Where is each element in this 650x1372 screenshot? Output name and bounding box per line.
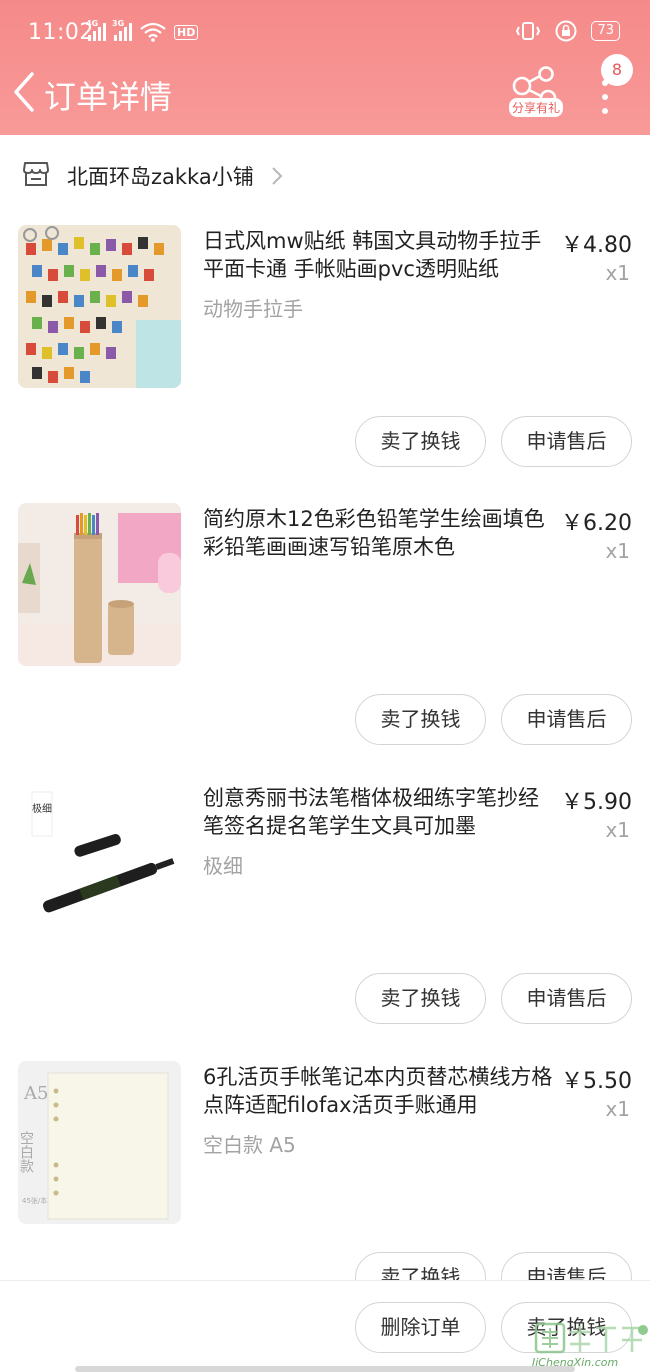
nav-bar: 订单详情 分享有礼 8: [0, 54, 650, 135]
product-quantity: x1: [605, 1097, 630, 1121]
signal-3g-icon: 3G: [112, 19, 132, 41]
product-quantity: x1: [605, 539, 630, 563]
paper-count-label: 45张/本: [22, 1196, 47, 1205]
product-title[interactable]: 简约原木12色彩色铅笔学生绘画填色彩铅笔画画速写铅笔原木色: [203, 505, 553, 561]
share-reward-label[interactable]: 分享有礼: [509, 98, 564, 117]
order-item[interactable]: 日式风mw贴纸 韩国文具动物手拉手平面卡通 手帐贴画pvc透明贴纸 动物手拉手 …: [0, 225, 650, 503]
order-item[interactable]: 简约原木12色彩色铅笔学生绘画填色彩铅笔画画速写铅笔原木色 ￥6.20 x1 卖…: [0, 503, 650, 781]
product-price: ￥4.80: [561, 233, 632, 258]
sell-for-cash-button[interactable]: 卖了换钱: [355, 416, 486, 467]
signal-4g-icon: 4G: [86, 19, 106, 41]
lock-icon: [555, 20, 577, 42]
page-title: 订单详情: [44, 78, 173, 116]
after-sales-button[interactable]: 申请售后: [501, 973, 632, 1024]
pen-thumb-label: 极细: [32, 802, 52, 815]
product-title[interactable]: 日式风mw贴纸 韩国文具动物手拉手平面卡通 手帐贴画pvc透明贴纸: [203, 227, 553, 283]
product-price: ￥5.90: [561, 790, 632, 815]
status-time: 11:02: [28, 20, 94, 45]
sell-for-cash-button[interactable]: 卖了换钱: [355, 694, 486, 745]
more-menu-icon[interactable]: [594, 80, 616, 120]
product-quantity: x1: [605, 818, 630, 842]
product-spec: 空白款 A5: [203, 1133, 296, 1157]
wifi-icon: [140, 22, 166, 42]
paper-a5-label: A5: [23, 1083, 48, 1104]
product-image-stickers[interactable]: [18, 225, 181, 388]
shop-row[interactable]: 北面环岛zakka小铺: [0, 135, 650, 215]
status-right-icons: 73: [515, 20, 620, 42]
delete-order-button[interactable]: 删除订单: [355, 1302, 486, 1353]
product-spec: 极细: [203, 854, 243, 878]
product-image-pencils[interactable]: [18, 503, 181, 666]
store-icon: [23, 162, 49, 186]
shop-name[interactable]: 北面环岛zakka小铺: [67, 161, 254, 191]
after-sales-button[interactable]: 申请售后: [501, 694, 632, 745]
chevron-right-icon: [272, 167, 283, 185]
battery-indicator: 73: [591, 21, 620, 41]
product-spec: 动物手拉手: [203, 297, 303, 321]
product-price: ￥5.50: [561, 1069, 632, 1094]
home-indicator[interactable]: [75, 1366, 575, 1372]
status-network-icons: 4G 3G HD: [86, 19, 199, 42]
hd-badge: HD: [174, 24, 199, 40]
product-quantity: x1: [605, 261, 630, 285]
message-badge[interactable]: 8: [601, 54, 633, 86]
product-title[interactable]: 创意秀丽书法笔楷体极细练字笔抄经笔签名提名笔学生文具可加墨: [203, 784, 553, 840]
order-item[interactable]: 极细 创意秀丽书法笔楷体极细练字笔抄经笔签名提名笔学生文具可加墨 极细 ￥5.9…: [0, 782, 650, 1060]
sell-for-cash-button[interactable]: 卖了换钱: [355, 973, 486, 1024]
status-bar: 11:02 4G 3G HD 73: [0, 0, 650, 66]
vibrate-icon: [516, 22, 541, 40]
product-image-loose-leaf-paper[interactable]: A5 空白款 45张/本: [18, 1061, 181, 1224]
product-image-calligraphy-pen[interactable]: 极细: [18, 782, 181, 945]
product-title[interactable]: 6孔活页手帐笔记本内页替芯横线方格点阵适配filofax活页手账通用: [203, 1063, 553, 1119]
product-price: ￥6.20: [561, 511, 632, 536]
paper-blank-label: 空白款: [18, 1131, 34, 1173]
after-sales-button[interactable]: 申请售后: [501, 416, 632, 467]
back-icon[interactable]: [8, 68, 42, 116]
